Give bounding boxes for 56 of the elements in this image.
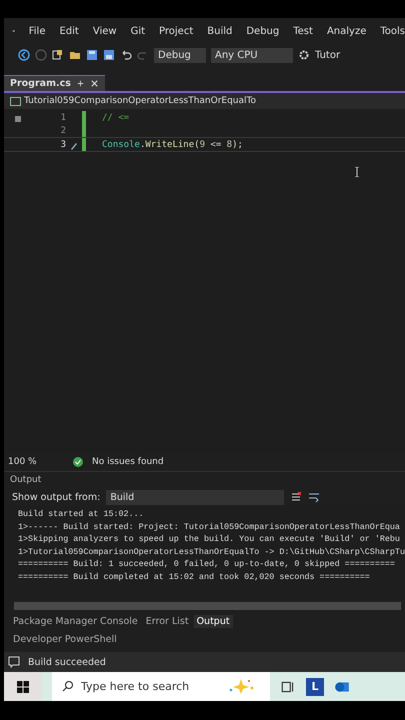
pin-icon[interactable]: [76, 79, 85, 88]
start-menu-button[interactable]: [4, 672, 42, 701]
menu-item[interactable]: Git: [130, 26, 146, 36]
menu-item[interactable]: Tools: [380, 26, 405, 36]
menu-item[interactable]: Build: [207, 26, 232, 36]
code-line: Console.WriteLine(9 <= 8);: [102, 140, 243, 150]
status-message: Build succeeded: [28, 656, 106, 668]
menu-item[interactable]: Edit: [59, 26, 79, 36]
new-project-icon[interactable]: [52, 49, 64, 61]
search-icon: [62, 680, 74, 692]
word-wrap-icon[interactable]: [308, 491, 320, 503]
menu-item[interactable]: Analyze: [326, 26, 366, 36]
output-source-dropdown[interactable]: Build: [106, 490, 284, 504]
folder-icon[interactable]: [69, 49, 81, 61]
line-number: 2: [60, 126, 66, 136]
menu-item[interactable]: Debug: [246, 26, 280, 36]
source-label: Show output from:: [12, 492, 100, 502]
menu-item[interactable]: Project: [159, 26, 194, 36]
panel-tab[interactable]: Output: [194, 614, 233, 628]
notification-icon[interactable]: [8, 656, 20, 668]
document-tab[interactable]: Program.cs: [4, 75, 105, 91]
output-line: 1>------ Build started: Project: Tutorial059ComparisonOperatorLessThanOrEqua: [18, 520, 401, 533]
panel-title: Output: [4, 471, 405, 488]
panel-tab[interactable]: Package Manager Console: [10, 614, 141, 628]
undo-icon[interactable]: [120, 49, 132, 61]
clear-icon[interactable]: [290, 491, 302, 503]
panel-tab[interactable]: Error List: [142, 614, 192, 628]
save-icon[interactable]: [86, 49, 98, 61]
panel-tab[interactable]: Developer PowerShell: [10, 632, 120, 646]
start-button[interactable]: Tutor: [315, 50, 340, 60]
menu-item[interactable]: Test: [293, 26, 313, 36]
save-all-icon[interactable]: [103, 49, 115, 61]
back-icon[interactable]: [18, 49, 30, 61]
horizontal-scrollbar[interactable]: [14, 602, 401, 610]
output-line: ========== Build completed at 15:02 and took 02,020 seconds ==========: [18, 570, 371, 583]
output-line: Build started at 15:02...: [18, 508, 145, 520]
line-number: 3: [60, 140, 66, 150]
platform-dropdown[interactable]: Any CPU: [211, 48, 293, 62]
output-line: 1>Skipping analyzers to speed up the build. You can execute 'Build' or 'Rebu: [18, 533, 401, 546]
configuration-dropdown[interactable]: Debug: [154, 48, 206, 62]
close-icon[interactable]: [90, 79, 99, 88]
line-number: 1: [60, 112, 66, 122]
windows-icon: [17, 680, 29, 692]
csharp-file-icon: [10, 96, 21, 106]
code-line: // <=: [102, 112, 130, 122]
zoom-dropdown[interactable]: 100 %: [8, 457, 64, 467]
taskbar-search-field[interactable]: Type here to search: [52, 672, 270, 701]
output-line: ========== Build: 1 succeeded, 0 failed, 0 up-to-date, 0 skipped ==========: [18, 558, 396, 570]
mouse-cursor-icon: [354, 167, 360, 177]
menu-item[interactable]: File: [28, 26, 46, 36]
output-line: 1>Tutorial059ComparisonOperatorLessThanOrEqualTo -> D:\GitHub\CSharp\CSharpTu: [18, 546, 405, 558]
menu-item[interactable]: View: [92, 26, 117, 36]
gear-icon[interactable]: [298, 49, 310, 61]
check-circle-icon: [72, 456, 84, 468]
issues-status[interactable]: No issues found: [92, 457, 164, 467]
taskbar-app-button[interactable]: L: [306, 678, 324, 696]
